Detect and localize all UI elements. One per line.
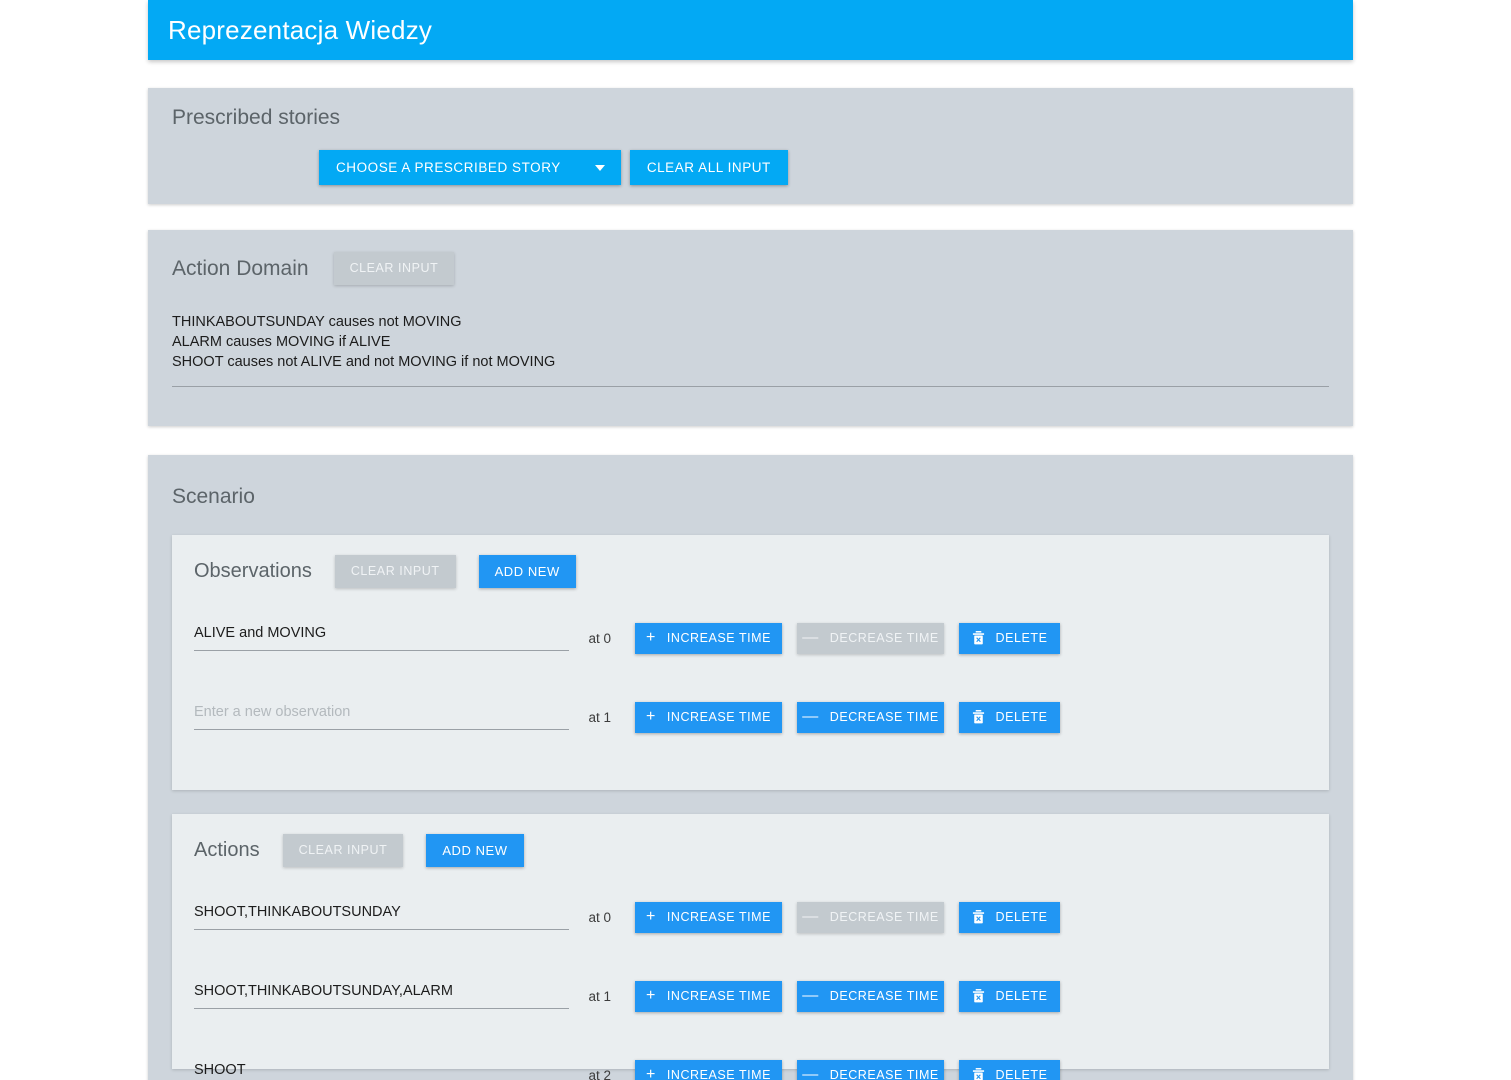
plus-icon: + [645, 708, 656, 725]
action-input[interactable] [194, 983, 569, 1009]
action-delete-label: DELETE [995, 988, 1048, 1003]
prescribed-stories-actions: CHOOSE A PRESCRIBED STORY CLEAR ALL INPU… [319, 150, 788, 185]
action-row-buttons: + INCREASE TIME — DECREASE TIME DELETE [635, 1059, 1060, 1080]
action-domain-clear-input-button[interactable]: CLEAR INPUT [333, 252, 455, 285]
action-decrease-time-button[interactable]: — DECREASE TIME [797, 901, 944, 933]
action-increase-time-label: INCREASE TIME [666, 1067, 772, 1080]
observations-add-new-button[interactable]: ADD NEW [478, 555, 576, 588]
plus-icon: + [645, 1066, 656, 1080]
app-header: Reprezentacja Wiedzy [148, 0, 1353, 60]
action-domain-header: Action Domain CLEAR INPUT [172, 252, 455, 285]
action-time-label: at 0 [588, 909, 611, 925]
observation-decrease-time-label: DECREASE TIME [829, 630, 939, 645]
prescribed-stories-title: Prescribed stories [172, 106, 341, 129]
observation-delete-label: DELETE [995, 709, 1048, 724]
observation-increase-time-label: INCREASE TIME [666, 630, 772, 645]
minus-icon: — [802, 708, 819, 725]
actions-add-new-button[interactable]: ADD NEW [426, 834, 524, 867]
action-decrease-time-button[interactable]: — DECREASE TIME [797, 980, 944, 1012]
action-time-label: at 1 [588, 988, 611, 1004]
trash-icon [972, 989, 985, 1003]
observation-delete-button[interactable]: DELETE [959, 622, 1060, 654]
action-decrease-time-label: DECREASE TIME [829, 909, 939, 924]
minus-icon: — [802, 908, 819, 925]
observation-delete-button[interactable]: DELETE [959, 701, 1060, 733]
action-increase-time-button[interactable]: + INCREASE TIME [635, 1059, 782, 1080]
action-domain-title: Action Domain [172, 256, 309, 280]
observation-time-label: at 0 [588, 630, 611, 646]
action-increase-time-label: INCREASE TIME [666, 988, 772, 1003]
action-row: at 2 + INCREASE TIME — DECREASE TIME [194, 1054, 1308, 1080]
observations-clear-input-button[interactable]: CLEAR INPUT [334, 555, 456, 588]
plus-icon: + [645, 987, 656, 1004]
action-input[interactable] [194, 904, 569, 930]
minus-icon: — [802, 1066, 819, 1080]
minus-icon: — [802, 629, 819, 646]
clear-all-input-button[interactable]: CLEAR ALL INPUT [629, 150, 788, 185]
observations-header: Observations CLEAR INPUT ADD NEW [194, 555, 576, 588]
action-row-buttons: + INCREASE TIME — DECREASE TIME DELETE [635, 980, 1060, 1012]
observation-delete-label: DELETE [995, 630, 1048, 645]
trash-icon [972, 710, 985, 724]
action-time-label: at 2 [588, 1067, 611, 1080]
observation-increase-time-button[interactable]: + INCREASE TIME [635, 622, 782, 654]
trash-icon [972, 631, 985, 645]
choose-prescribed-story-label: CHOOSE A PRESCRIBED STORY [336, 159, 561, 175]
action-decrease-time-label: DECREASE TIME [829, 988, 939, 1003]
page-title: Reprezentacja Wiedzy [168, 14, 433, 45]
actions-title: Actions [194, 839, 260, 861]
actions-card: Actions CLEAR INPUT ADD NEW at 0 + INCRE… [172, 814, 1329, 1080]
observation-decrease-time-button[interactable]: — DECREASE TIME [797, 701, 944, 733]
actions-clear-input-button[interactable]: CLEAR INPUT [282, 834, 404, 867]
action-row-buttons: + INCREASE TIME — DECREASE TIME DELETE [635, 901, 1060, 933]
actions-header: Actions CLEAR INPUT ADD NEW [194, 834, 524, 867]
observation-row: at 1 + INCREASE TIME — DECREASE TIME [194, 696, 1308, 738]
observations-card: Observations CLEAR INPUT ADD NEW at 0 + … [172, 535, 1329, 790]
scenario-panel: Scenario Observations CLEAR INPUT ADD NE… [148, 455, 1353, 1080]
observation-time-label: at 1 [588, 709, 611, 725]
action-domain-textarea[interactable]: THINKABOUTSUNDAY causes not MOVING ALARM… [172, 312, 1329, 387]
choose-prescribed-story-dropdown[interactable]: CHOOSE A PRESCRIBED STORY [319, 150, 621, 185]
action-domain-panel: Action Domain CLEAR INPUT THINKABOUTSUND… [148, 230, 1353, 426]
observation-row: at 0 + INCREASE TIME — DECREASE TIME [194, 617, 1308, 659]
observations-title: Observations [194, 560, 312, 582]
action-increase-time-label: INCREASE TIME [666, 909, 772, 924]
action-increase-time-button[interactable]: + INCREASE TIME [635, 980, 782, 1012]
scenario-title: Scenario [172, 485, 255, 508]
observation-row-buttons: + INCREASE TIME — DECREASE TIME DELETE [635, 622, 1060, 654]
action-delete-button[interactable]: DELETE [959, 980, 1060, 1012]
app-root: Reprezentacja Wiedzy Prescribed stories … [0, 0, 1511, 1080]
observation-increase-time-button[interactable]: + INCREASE TIME [635, 701, 782, 733]
observation-decrease-time-button[interactable]: — DECREASE TIME [797, 622, 944, 654]
prescribed-stories-panel: Prescribed stories CHOOSE A PRESCRIBED S… [148, 88, 1353, 204]
action-decrease-time-button[interactable]: — DECREASE TIME [797, 1059, 944, 1080]
observation-increase-time-label: INCREASE TIME [666, 709, 772, 724]
action-delete-label: DELETE [995, 909, 1048, 924]
action-delete-label: DELETE [995, 1067, 1048, 1080]
action-input[interactable] [194, 1062, 569, 1080]
action-domain-statement: SHOOT causes not ALIVE and not MOVING if… [172, 354, 556, 370]
observation-decrease-time-label: DECREASE TIME [829, 709, 939, 724]
action-domain-statement: THINKABOUTSUNDAY causes not MOVING [172, 314, 462, 330]
minus-icon: — [802, 987, 819, 1004]
action-domain-statement: ALARM causes MOVING if ALIVE [172, 334, 391, 350]
observation-row-buttons: + INCREASE TIME — DECREASE TIME DELETE [635, 701, 1060, 733]
action-increase-time-button[interactable]: + INCREASE TIME [635, 901, 782, 933]
action-row: at 0 + INCREASE TIME — DECREASE TIME [194, 896, 1308, 938]
action-delete-button[interactable]: DELETE [959, 901, 1060, 933]
action-delete-button[interactable]: DELETE [959, 1059, 1060, 1080]
observation-input[interactable] [194, 704, 569, 730]
observation-input[interactable] [194, 625, 569, 651]
action-decrease-time-label: DECREASE TIME [829, 1067, 939, 1080]
plus-icon: + [645, 629, 656, 646]
trash-icon [972, 910, 985, 924]
trash-icon [972, 1068, 985, 1080]
plus-icon: + [645, 908, 656, 925]
action-row: at 1 + INCREASE TIME — DECREASE TIME [194, 975, 1308, 1017]
chevron-down-icon [594, 164, 605, 171]
